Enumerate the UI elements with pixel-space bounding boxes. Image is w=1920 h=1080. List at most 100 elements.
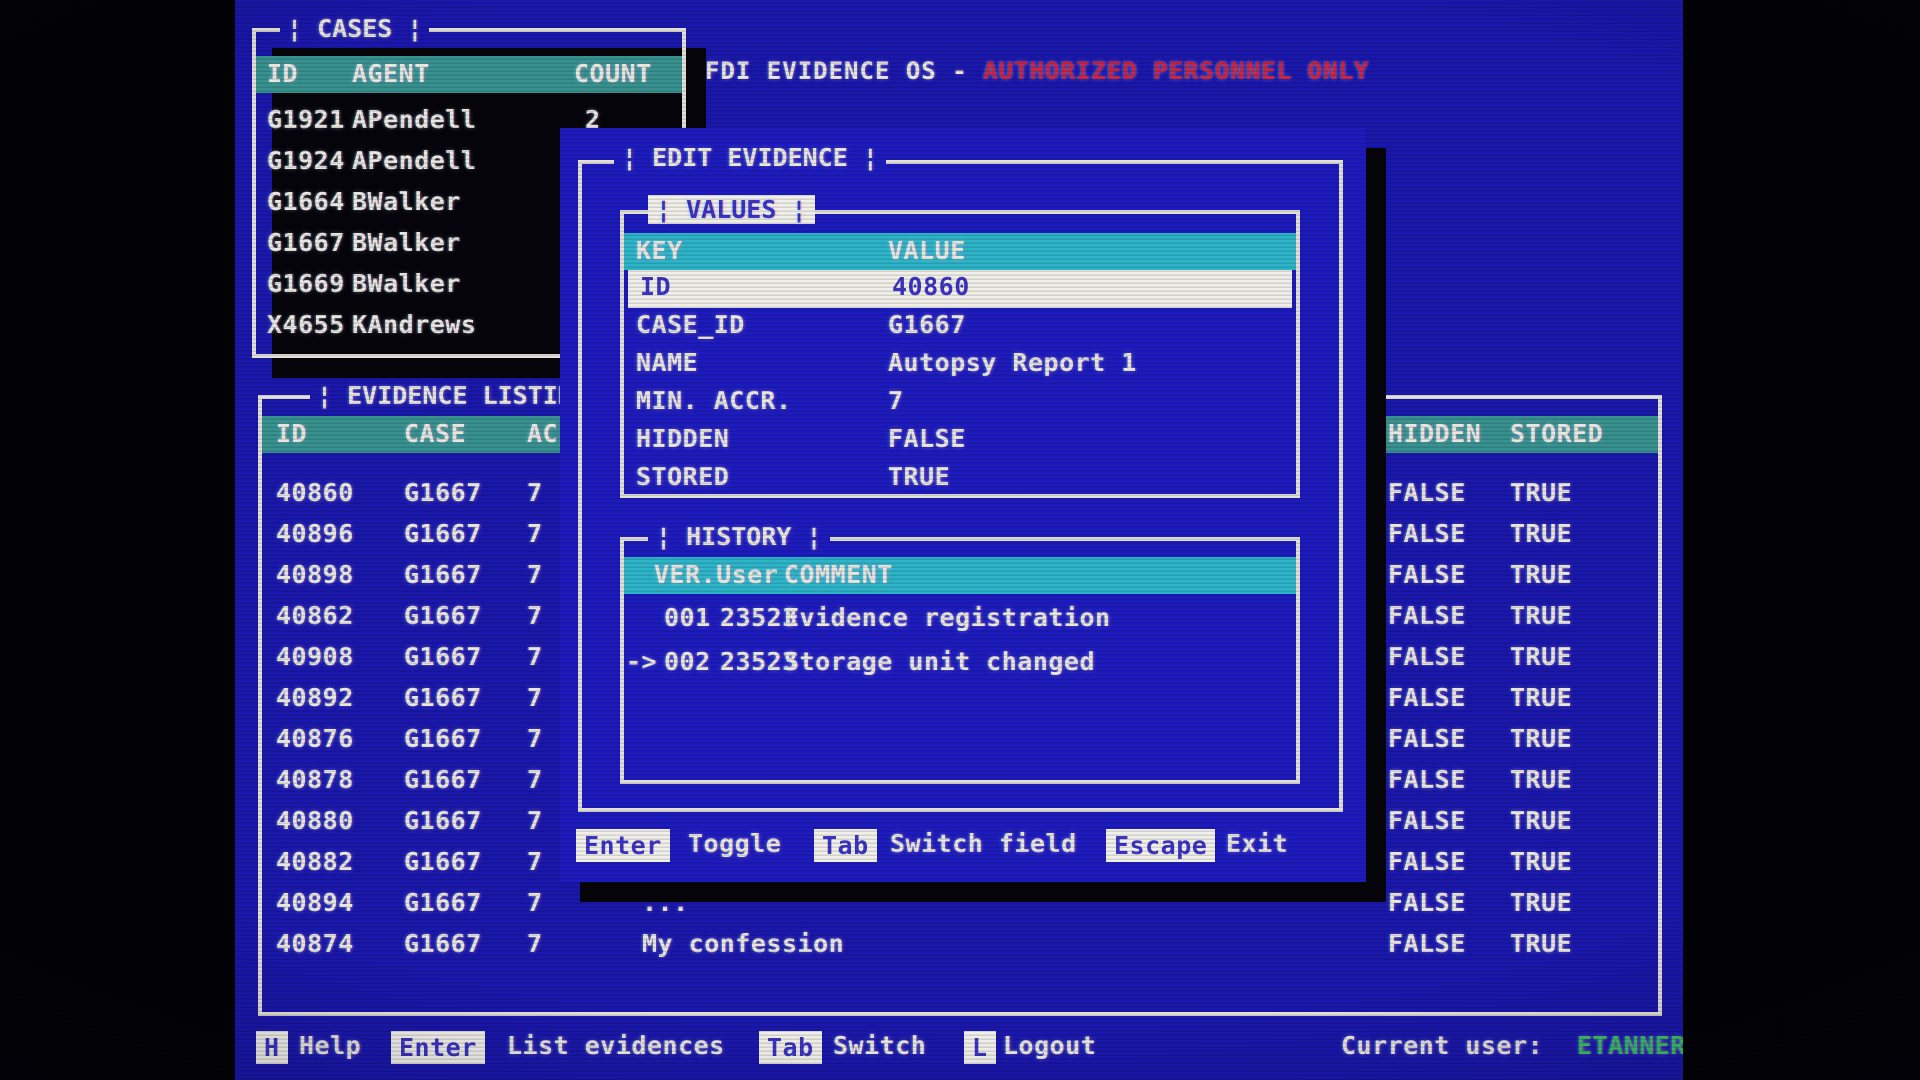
terminal-screen: FDI EVIDENCE OS - AUTHORIZED PERSONNEL O… bbox=[235, 0, 1683, 1080]
values-key-cell: ID bbox=[640, 272, 671, 301]
evidence-id-cell: 40860 bbox=[276, 478, 354, 507]
evidence-case-cell: G1667 bbox=[404, 888, 482, 917]
values-row-id[interactable]: ID 40860 bbox=[628, 270, 1292, 308]
app-title-text: FDI EVIDENCE OS - bbox=[705, 57, 983, 85]
evidence-hidden-cell: FALSE bbox=[1388, 478, 1466, 507]
values-col-key: KEY bbox=[636, 236, 683, 265]
evidence-ac-cell: 7 bbox=[527, 847, 543, 876]
evidence-ac-cell: 7 bbox=[527, 683, 543, 712]
evidence-ac-cell: 7 bbox=[527, 601, 543, 630]
evidence-hidden-cell: FALSE bbox=[1388, 847, 1466, 876]
evidence-ac-cell: 7 bbox=[527, 888, 543, 917]
case-id-cell: G1921 bbox=[267, 105, 345, 134]
values-row-name[interactable]: NAMEAutopsy Report 1 bbox=[624, 346, 1296, 384]
keycap-action-label: Toggle bbox=[688, 829, 781, 858]
evidence-hidden-cell: FALSE bbox=[1388, 888, 1466, 917]
case-agent-cell: BWalker bbox=[352, 228, 461, 257]
status-h-keycap[interactable]: H bbox=[256, 1031, 288, 1064]
values-value-cell: 40860 bbox=[892, 272, 970, 301]
values-box: ¦ VALUES ¦ KEY VALUE ID40860CASE_IDG1667… bbox=[620, 210, 1300, 498]
evidence-id-cell: 40898 bbox=[276, 560, 354, 589]
evidence-hidden-cell: FALSE bbox=[1388, 929, 1466, 958]
cases-panel-title: ¦ CASES ¦ bbox=[280, 14, 429, 43]
case-agent-cell: BWalker bbox=[352, 187, 461, 216]
enter-keycap[interactable]: Enter bbox=[576, 829, 670, 862]
tab-keycap[interactable]: Tab bbox=[814, 829, 877, 862]
values-value-cell: 7 bbox=[888, 386, 904, 415]
case-id-cell: G1669 bbox=[267, 269, 345, 298]
status-action-label: Switch bbox=[833, 1031, 926, 1060]
current-user-label: Current user: bbox=[1341, 1031, 1543, 1060]
values-row-min-accr-[interactable]: MIN. ACCR. 7 bbox=[624, 384, 1296, 422]
values-row-hidden[interactable]: HIDDENFALSE bbox=[624, 422, 1296, 460]
evidence-col-ac: AC bbox=[527, 419, 558, 448]
evidence-case-cell: G1667 bbox=[404, 519, 482, 548]
history-col-veruser: VER.User bbox=[654, 560, 778, 589]
evidence-id-cell: 40878 bbox=[276, 765, 354, 794]
evidence-hidden-cell: FALSE bbox=[1388, 642, 1466, 671]
values-row-stored[interactable]: STOREDTRUE bbox=[624, 460, 1296, 498]
values-key-cell: MIN. ACCR. bbox=[636, 386, 792, 415]
evidence-id-cell: 40876 bbox=[276, 724, 354, 753]
evidence-id-cell: 40874 bbox=[276, 929, 354, 958]
case-id-cell: G1924 bbox=[267, 146, 345, 175]
evidence-ac-cell: 7 bbox=[527, 806, 543, 835]
cases-header-row: ID AGENT COUNT bbox=[256, 56, 682, 93]
evidence-case-cell: G1667 bbox=[404, 724, 482, 753]
evidence-hidden-cell: FALSE bbox=[1388, 806, 1466, 835]
evidence-case-cell: G1667 bbox=[404, 806, 482, 835]
evidence-id-cell: 40880 bbox=[276, 806, 354, 835]
cases-col-count: COUNT bbox=[574, 59, 652, 88]
evidence-stored-cell: TRUE bbox=[1510, 519, 1572, 548]
evidence-stored-cell: TRUE bbox=[1510, 560, 1572, 589]
evidence-case-cell: G1667 bbox=[404, 765, 482, 794]
evidence-ac-cell: 7 bbox=[527, 519, 543, 548]
evidence-name-cell: My confession bbox=[642, 929, 844, 958]
evidence-row[interactable]: 40874G16677My confessionFALSETRUE bbox=[262, 926, 1658, 967]
evidence-hidden-cell: FALSE bbox=[1388, 683, 1466, 712]
evidence-ac-cell: 7 bbox=[527, 642, 543, 671]
evidence-ac-cell: 7 bbox=[527, 478, 543, 507]
evidence-stored-cell: TRUE bbox=[1510, 642, 1572, 671]
app-title: FDI EVIDENCE OS - AUTHORIZED PERSONNEL O… bbox=[705, 57, 1369, 85]
values-row-case-id[interactable]: CASE_IDG1667 bbox=[624, 308, 1296, 346]
history-box: ¦ HISTORY ¦ VER.User COMMENT 00123523Evi… bbox=[620, 537, 1300, 784]
evidence-col-stored: STORED bbox=[1510, 419, 1603, 448]
keycap-action-label: Exit bbox=[1226, 829, 1288, 858]
status-tab-keycap[interactable]: Tab bbox=[759, 1031, 822, 1064]
history-row[interactable]: 00123523Evidence registration bbox=[624, 601, 1296, 641]
history-col-comment: COMMENT bbox=[784, 560, 893, 589]
evidence-hidden-cell: FALSE bbox=[1388, 724, 1466, 753]
evidence-ac-cell: 7 bbox=[527, 724, 543, 753]
case-agent-cell: APendell bbox=[352, 105, 476, 134]
status-bar: Current user: ETANNER HHelpEnterList evi… bbox=[235, 1029, 1683, 1069]
evidence-id-cell: 40892 bbox=[276, 683, 354, 712]
status-enter-keycap[interactable]: Enter bbox=[391, 1031, 485, 1064]
selection-arrow-marker: -> bbox=[626, 647, 657, 676]
evidence-stored-cell: TRUE bbox=[1510, 888, 1572, 917]
evidence-col-hidden: HIDDEN bbox=[1388, 419, 1481, 448]
evidence-ac-cell: 7 bbox=[527, 765, 543, 794]
values-header-row: KEY VALUE bbox=[624, 233, 1296, 270]
edit-evidence-dialog: ¦ EDIT EVIDENCE ¦ ¦ VALUES ¦ KEY VALUE I… bbox=[560, 128, 1366, 882]
app-title-warning: AUTHORIZED PERSONNEL ONLY bbox=[983, 57, 1369, 85]
status-action-label: Logout bbox=[1003, 1031, 1096, 1060]
escape-keycap[interactable]: Escape bbox=[1106, 829, 1215, 862]
case-agent-cell: KAndrews bbox=[352, 310, 476, 339]
evidence-case-cell: G1667 bbox=[404, 478, 482, 507]
evidence-case-cell: G1667 bbox=[404, 929, 482, 958]
evidence-ac-cell: 7 bbox=[527, 560, 543, 589]
evidence-stored-cell: TRUE bbox=[1510, 765, 1572, 794]
cases-col-id: ID bbox=[267, 59, 298, 88]
history-row[interactable]: ->00223523Storage unit changed bbox=[624, 645, 1296, 685]
evidence-case-cell: G1667 bbox=[404, 642, 482, 671]
history-ver-cell: 002 bbox=[664, 647, 711, 676]
values-key-cell: HIDDEN bbox=[636, 424, 729, 453]
evidence-stored-cell: TRUE bbox=[1510, 724, 1572, 753]
values-value-cell: TRUE bbox=[888, 462, 950, 491]
evidence-ac-cell: 7 bbox=[527, 929, 543, 958]
history-comment-cell: Evidence registration bbox=[784, 603, 1111, 632]
current-user-value: ETANNER bbox=[1577, 1031, 1683, 1060]
status-l-keycap[interactable]: L bbox=[964, 1031, 996, 1064]
evidence-stored-cell: TRUE bbox=[1510, 478, 1572, 507]
